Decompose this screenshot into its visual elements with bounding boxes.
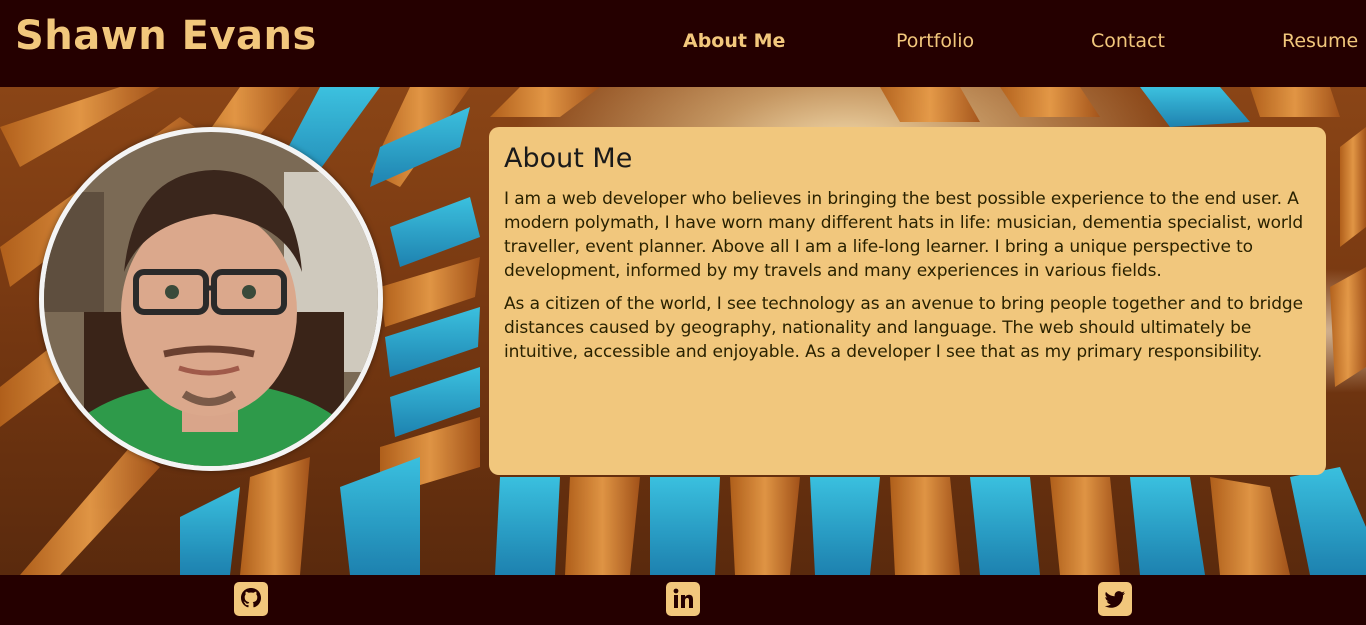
github-icon <box>241 588 261 608</box>
nav-contact[interactable]: Contact <box>1091 30 1165 52</box>
github-link[interactable] <box>234 582 268 616</box>
nav-portfolio[interactable]: Portfolio <box>896 30 974 52</box>
about-paragraph-2: As a citizen of the world, I see technol… <box>504 294 1303 362</box>
site-title[interactable]: Shawn Evans <box>15 13 317 59</box>
twitter-icon <box>1104 591 1125 608</box>
linkedin-link[interactable] <box>666 582 700 616</box>
avatar <box>44 132 378 466</box>
twitter-link[interactable] <box>1098 582 1132 616</box>
linkedin-icon <box>673 588 693 608</box>
nav-about-me[interactable]: About Me <box>683 30 785 52</box>
about-card: About Me I am a web developer who believ… <box>489 127 1326 475</box>
about-heading: About Me <box>504 143 633 174</box>
nav-resume[interactable]: Resume <box>1282 30 1358 52</box>
site-footer <box>0 575 1366 625</box>
site-header: Shawn Evans About Me Portfolio Contact R… <box>0 0 1366 87</box>
about-paragraph-1: I am a web developer who believes in bri… <box>504 189 1304 281</box>
